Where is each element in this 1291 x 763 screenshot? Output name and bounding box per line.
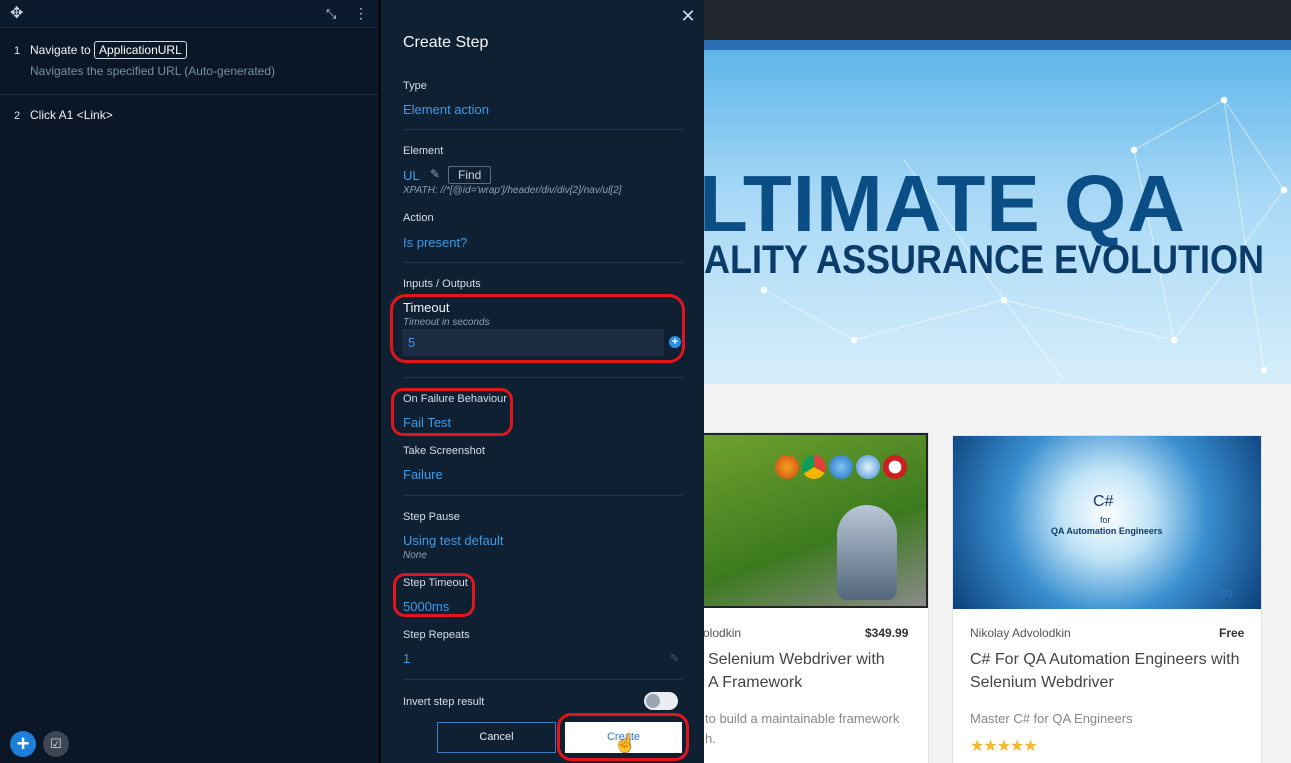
divider [403, 129, 683, 130]
list-item[interactable]: 2 Click A1 <Link> [0, 95, 378, 135]
pencil-icon[interactable]: ✎ [430, 167, 440, 181]
robot-image [837, 505, 897, 600]
close-icon[interactable]: ✕ [678, 6, 698, 26]
step-pause-value[interactable]: Using test default [403, 533, 503, 548]
course-title-line1[interactable]: Selenium Webdriver with [708, 648, 885, 671]
collapse-icon[interactable]: ⤡ [326, 6, 336, 22]
course-price: $349.99 [865, 626, 909, 640]
step-repeats-label: Step Repeats [403, 629, 470, 641]
type-label: Type [403, 80, 427, 92]
chrome-icon [802, 455, 826, 479]
xpath-text: XPATH: //*[@id='wrap']/header/div/div[2]… [403, 185, 622, 196]
divider [403, 262, 683, 263]
course-image [704, 433, 928, 608]
step-title: Navigate to ApplicationURL [30, 40, 364, 60]
step-title: Click A1 <Link> [30, 108, 113, 122]
action-label: Action [403, 212, 434, 224]
ie-icon [829, 455, 853, 479]
steps-header: ✥ ⤡ ⋮ [0, 0, 380, 28]
step-list: 1 Navigate to ApplicationURL Navigates t… [0, 36, 378, 135]
firefox-icon [775, 455, 799, 479]
toggle-knob [646, 694, 660, 708]
inputs-outputs-label: Inputs / Outputs [403, 278, 481, 290]
more-options-icon[interactable]: ⋮ [354, 5, 368, 21]
course-card[interactable]: olodkin $349.99 Selenium Webdriver with … [704, 432, 929, 763]
steps-panel: ✥ ⤡ ⋮ 1 Navigate to ApplicationURL Navig… [0, 0, 380, 763]
element-label: Element [403, 145, 444, 157]
invert-step-label: Invert step result [403, 696, 485, 708]
course-card[interactable]: C# for QA Automation Engineers ∞ Nikolay… [952, 435, 1262, 763]
divider [403, 679, 683, 680]
course-title-line2[interactable]: A Framework [708, 671, 802, 694]
course-price: Free [1219, 626, 1245, 640]
course-image-sub: QA Automation Engineers [1051, 526, 1163, 536]
safari-icon [856, 455, 880, 479]
step-number: 2 [14, 110, 21, 122]
dialog-title: Create Step [403, 34, 489, 51]
infinity-logo-icon: ∞ [1219, 582, 1234, 604]
course-desc-line2: h. [705, 731, 716, 746]
hero-title: LTIMATE QA [704, 159, 1186, 248]
find-button[interactable]: Find [448, 166, 492, 184]
step-pause-label: Step Pause [403, 511, 460, 523]
list-item[interactable]: 1 Navigate to ApplicationURL Navigates t… [0, 36, 378, 95]
hero-subtitle: ALITY ASSURANCE EVOLUTION [704, 238, 1265, 282]
course-author: olodkin [704, 626, 742, 640]
add-step-button[interactable]: + [10, 731, 36, 757]
step-repeats-value[interactable]: 1 [403, 651, 410, 666]
action-value[interactable]: Is present? [403, 235, 467, 250]
divider [403, 495, 683, 496]
step-timeout-value[interactable]: 5000ms [403, 599, 449, 614]
course-image-for: for [1100, 515, 1111, 525]
take-screenshot-label: Take Screenshot [403, 445, 485, 457]
divider [403, 377, 683, 378]
step-action: Navigate to [30, 43, 91, 57]
step-subtitle: Navigates the specified URL (Auto-genera… [30, 64, 276, 78]
create-step-dialog: ✕ Create Step Type Element action Elemen… [381, 0, 704, 763]
rating-stars: ★★★★★ [970, 738, 1038, 755]
course-desc-line1: to build a maintainable framework [705, 711, 900, 726]
on-failure-label: On Failure Behaviour [403, 393, 507, 405]
cancel-button[interactable]: Cancel [437, 722, 556, 753]
hero-banner: LTIMATE QA ALITY ASSURANCE EVOLUTION [704, 40, 1291, 384]
timeout-label: Timeout [403, 300, 450, 315]
parameter-pill[interactable]: ApplicationURL [94, 41, 187, 59]
hand-cursor-icon: ☝ [614, 733, 637, 753]
on-failure-value[interactable]: Fail Test [403, 415, 451, 430]
add-parameter-icon[interactable]: + [669, 336, 681, 348]
course-image-title: C# [1093, 493, 1114, 510]
opera-icon [883, 455, 907, 479]
element-value[interactable]: UL [403, 168, 420, 183]
course-title-line1[interactable]: C# For QA Automation Engineers with [970, 648, 1239, 671]
timeout-hint: Timeout in seconds [403, 317, 490, 328]
checklist-button[interactable]: ☑ [43, 731, 69, 757]
course-title-line2[interactable]: Selenium Webdriver [970, 671, 1114, 694]
background-website: LTIMATE QA ALITY ASSURANCE EVOLUTION olo… [704, 0, 1291, 763]
timeout-input[interactable] [402, 329, 664, 356]
step-number: 1 [14, 45, 21, 57]
course-image: C# for QA Automation Engineers ∞ [953, 436, 1261, 609]
take-screenshot-value[interactable]: Failure [403, 467, 443, 482]
type-value[interactable]: Element action [403, 102, 489, 117]
course-desc: Master C# for QA Engineers [970, 711, 1133, 726]
step-timeout-label: Step Timeout [403, 577, 468, 589]
checkbox-icon: ☑ [50, 736, 62, 751]
plus-icon: + [16, 731, 30, 756]
invert-step-toggle[interactable] [644, 692, 678, 710]
edit-icon[interactable]: ✎ [670, 652, 679, 665]
move-icon[interactable]: ✥ [10, 6, 23, 22]
site-topbar [704, 0, 1291, 40]
step-pause-sub: None [403, 550, 427, 561]
course-author: Nikolay Advolodkin [970, 626, 1071, 640]
